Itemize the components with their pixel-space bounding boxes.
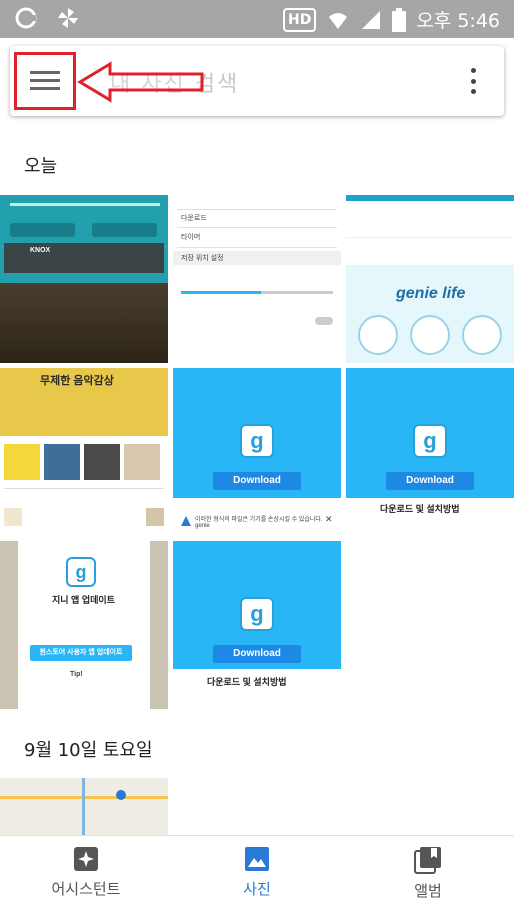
download-button: Download — [213, 645, 301, 663]
albums-icon — [414, 847, 441, 874]
storage-bar-fill — [181, 291, 261, 294]
song-art — [4, 508, 22, 526]
wifi-icon — [329, 12, 348, 29]
clock: 오후 5:46 — [416, 10, 500, 32]
download-caption: 다운로드 및 설치방법 — [380, 504, 460, 514]
nav-albums-label: 앨범 — [414, 882, 442, 900]
toggle-chip — [10, 223, 75, 237]
genie-logo-icon: g — [413, 424, 447, 458]
search-bar[interactable]: 내 사진 검색 — [10, 46, 504, 116]
footer-strip — [173, 498, 341, 508]
brightness-slider-graphic — [10, 203, 160, 206]
photo-thumbnail[interactable]: KNOX — [0, 195, 168, 363]
genie-logo-icon: g — [66, 557, 96, 587]
album-cover — [124, 444, 160, 480]
download-caption: 다운로드 및 설치방법 — [207, 677, 287, 687]
app-notification-icon — [15, 7, 37, 29]
photo-thumbnail[interactable]: 이러한 형식의 파일은 기기를 손상시킬 수 있습니다. genie ✕ — [173, 508, 341, 536]
feature-circle — [462, 315, 502, 355]
tip-label: Tip! — [70, 671, 83, 678]
hd-indicator: HD — [282, 7, 317, 32]
photo-thumbnail[interactable] — [0, 778, 168, 835]
row-divider — [177, 227, 337, 228]
highlight-arrow-icon — [77, 61, 204, 103]
download-button: Download — [386, 472, 474, 490]
status-left — [14, 6, 80, 30]
feature-circle — [358, 315, 398, 355]
photo-thumbnail[interactable]: g Download 다운로드 및 설치방법 — [346, 368, 514, 536]
section-title-date: 9월 10일 토요일 — [24, 740, 153, 761]
map-route — [82, 778, 85, 835]
assistant-icon — [74, 847, 98, 871]
battery-icon — [392, 7, 407, 32]
wallpaper-graphic — [0, 283, 168, 363]
genie-life-logo: genie life — [396, 285, 466, 302]
settings-row-label: 타이머 — [181, 234, 201, 241]
tab-icons-row — [346, 201, 514, 237]
nav-assistant-label: 어시스턴트 — [51, 880, 121, 898]
signal-icon — [362, 10, 381, 29]
photos-icon — [245, 847, 269, 871]
close-icon: ✕ — [325, 514, 333, 524]
bottom-navigation: 어시스턴트 사진 앨범 — [0, 835, 514, 913]
album-cover — [4, 444, 40, 480]
genie-logo-icon: g — [240, 597, 274, 631]
row-divider — [177, 209, 337, 210]
photo-thumbnail[interactable]: g Download 다운로드 및 설치방법 — [173, 541, 341, 709]
pinwheel-icon — [58, 8, 78, 28]
menu-button[interactable] — [14, 52, 76, 110]
knox-notification — [4, 243, 164, 273]
nav-photos[interactable]: 사진 — [187, 846, 327, 899]
album-cover — [84, 444, 120, 480]
row-divider — [177, 247, 337, 248]
status-right: HD 오후 5:46 — [282, 6, 500, 33]
photo-thumbnail[interactable]: 다운로드 타이머 저장 위치 설정 — [173, 195, 341, 363]
song-art — [146, 508, 164, 526]
row-divider — [4, 488, 164, 489]
more-dot-icon — [470, 78, 476, 84]
knox-label: KNOX — [30, 247, 51, 254]
photo-thumbnail[interactable]: genie life — [346, 195, 514, 363]
feature-circle — [410, 315, 450, 355]
toggle-chip — [92, 223, 157, 237]
settings-row-label: 다운로드 — [181, 215, 207, 222]
more-dot-icon — [470, 68, 476, 73]
nav-albums[interactable]: 앨범 — [358, 846, 498, 901]
notice-row — [346, 237, 514, 265]
download-button: Download — [213, 472, 301, 490]
promo-title: 무제한 음악감상 — [40, 375, 114, 387]
store-update-button: 원스토어 사용자 앱 업데이트 — [30, 645, 132, 661]
photo-thumbnail[interactable]: g 지니 앱 업데이트 원스토어 사용자 앱 업데이트 Tip! — [0, 541, 168, 709]
update-title: 지니 앱 업데이트 — [52, 595, 115, 605]
settings-row-label: 저장 위치 설정 — [181, 255, 224, 262]
status-bar: HD 오후 5:46 — [0, 0, 514, 38]
photo-thumbnail[interactable]: g Download — [173, 368, 341, 508]
album-cover — [44, 444, 80, 480]
warning-text: 이러한 형식의 파일은 기기를 손상시킬 수 있습니다. genie — [195, 517, 323, 529]
warning-icon — [181, 516, 191, 526]
map-pin-icon — [116, 790, 126, 800]
toggle-switch-graphic — [315, 317, 333, 325]
nav-assistant[interactable]: 어시스턴트 — [16, 846, 156, 899]
nav-photos-label: 사진 — [243, 880, 271, 898]
more-options-button[interactable] — [458, 66, 488, 96]
section-title-today: 오늘 — [24, 156, 58, 177]
photo-thumbnail[interactable]: 무제한 음악감상 — [0, 368, 168, 536]
more-dot-icon — [470, 89, 476, 94]
hamburger-icon — [30, 71, 60, 90]
genie-logo-icon: g — [240, 424, 274, 458]
